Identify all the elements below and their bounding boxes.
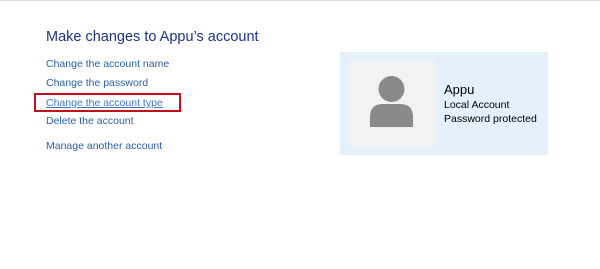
manage-another-account-link[interactable]: Manage another account — [46, 140, 162, 152]
highlight-annotation-box — [34, 93, 181, 112]
change-password-link[interactable]: Change the password — [46, 77, 148, 89]
change-account-name-link[interactable]: Change the account name — [46, 58, 169, 70]
account-type: Local Account — [444, 99, 510, 111]
password-status: Password protected — [444, 113, 537, 125]
delete-account-link[interactable]: Delete the account — [46, 115, 134, 127]
account-name: Appu — [444, 82, 475, 97]
window-top-border — [0, 0, 600, 1]
page-title: Make changes to Appu’s account — [46, 29, 259, 45]
user-avatar — [348, 60, 435, 147]
user-silhouette-icon — [370, 76, 413, 127]
